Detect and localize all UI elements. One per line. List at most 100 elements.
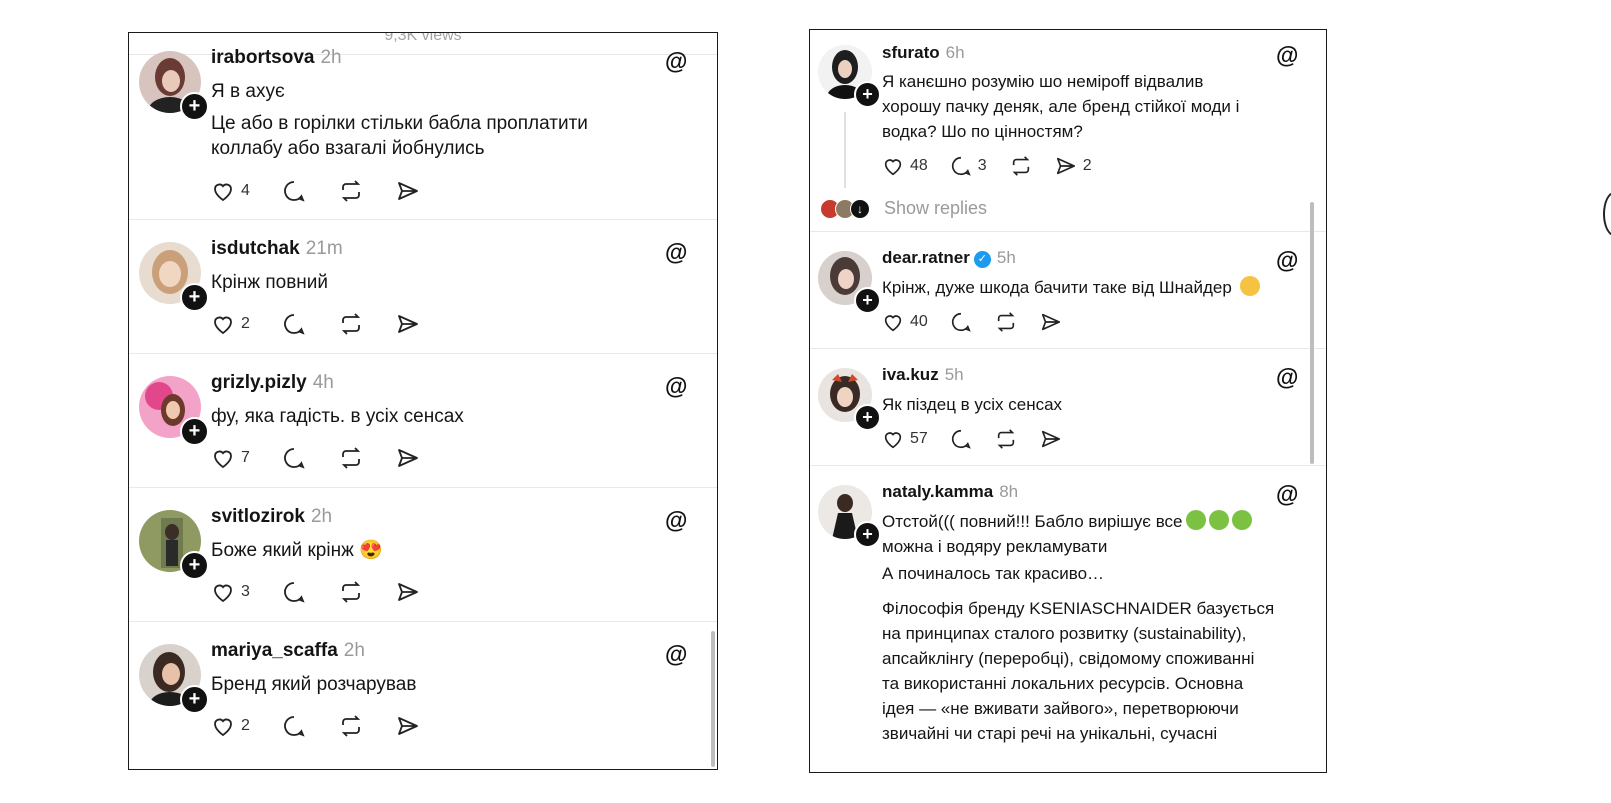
post-text: Боже який крінж 😍 bbox=[211, 538, 383, 563]
avatar[interactable]: + bbox=[139, 242, 209, 312]
threads-icon[interactable]: @ bbox=[665, 240, 687, 264]
comment-button[interactable] bbox=[950, 428, 972, 450]
text-line: водка? Шо по цінностям? bbox=[882, 122, 1083, 141]
share-button[interactable] bbox=[396, 179, 420, 203]
username[interactable]: mariya_scaffa bbox=[211, 640, 338, 661]
scrollbar[interactable] bbox=[1310, 202, 1314, 464]
post-header: nataly.kamma 8h bbox=[882, 482, 1018, 502]
username[interactable]: dear.ratner bbox=[882, 248, 970, 267]
share-icon bbox=[1041, 430, 1060, 448]
repost-button[interactable] bbox=[338, 446, 364, 470]
threads-icon[interactable]: @ bbox=[665, 508, 687, 532]
like-button[interactable]: 57 bbox=[882, 428, 928, 450]
threads-icon[interactable]: @ bbox=[665, 642, 687, 666]
post-text: Я канєшно розумію шо неміроff відвалив х… bbox=[882, 69, 1312, 144]
threads-icon[interactable]: @ bbox=[1276, 248, 1298, 272]
post-text: Бренд який розчарував bbox=[211, 672, 416, 697]
comment-button[interactable] bbox=[282, 580, 306, 604]
timestamp: 2h bbox=[320, 47, 342, 68]
repost-button[interactable] bbox=[338, 714, 364, 738]
scrollbar[interactable] bbox=[711, 631, 715, 767]
like-button[interactable]: 4 bbox=[211, 179, 250, 203]
username[interactable]: isdutchak bbox=[211, 238, 300, 259]
divider bbox=[810, 465, 1326, 466]
like-button[interactable]: 3 bbox=[211, 580, 250, 604]
avatar[interactable]: + bbox=[139, 376, 209, 446]
post-text: Отстой((( повний!!! Бабло вирішує все мо… bbox=[882, 509, 1312, 746]
action-bar: 48 3 2 bbox=[882, 153, 1124, 179]
share-icon bbox=[1041, 313, 1060, 331]
username[interactable]: irabortsova bbox=[211, 47, 314, 68]
text-line: А починалось так красиво… bbox=[882, 564, 1105, 583]
post-text: Як піздец в усіх сенсах bbox=[882, 392, 1062, 417]
threads-icon[interactable]: @ bbox=[665, 374, 687, 398]
comment-button[interactable] bbox=[282, 714, 306, 738]
share-button[interactable] bbox=[1040, 311, 1062, 333]
share-button[interactable] bbox=[396, 714, 420, 738]
username[interactable]: nataly.kamma bbox=[882, 482, 993, 501]
post-header: irabortsova 2h bbox=[211, 47, 342, 69]
post-header: dear.ratner ✓ 5h bbox=[882, 248, 1016, 268]
share-button[interactable] bbox=[396, 580, 420, 604]
follow-plus-icon[interactable]: + bbox=[180, 551, 209, 580]
comment-icon bbox=[284, 181, 305, 202]
like-count: 57 bbox=[910, 430, 928, 447]
like-button[interactable]: 2 bbox=[211, 714, 250, 738]
repost-button[interactable] bbox=[338, 179, 364, 203]
avatar[interactable]: + bbox=[818, 485, 881, 548]
like-button[interactable]: 7 bbox=[211, 446, 250, 470]
repost-button[interactable] bbox=[338, 580, 364, 604]
show-replies-button[interactable]: ↓ Show replies bbox=[820, 198, 987, 219]
repost-icon bbox=[1012, 156, 1030, 176]
repost-button[interactable] bbox=[994, 311, 1018, 333]
repost-icon bbox=[341, 447, 361, 469]
comment-button[interactable] bbox=[950, 311, 972, 333]
follow-plus-icon[interactable]: + bbox=[854, 81, 881, 108]
heart-icon bbox=[884, 432, 902, 449]
timestamp: 2h bbox=[310, 506, 333, 527]
threads-icon[interactable]: @ bbox=[1276, 43, 1298, 67]
share-button[interactable] bbox=[396, 312, 420, 336]
username[interactable]: iva.kuz bbox=[882, 365, 939, 384]
comment-button[interactable]: 3 bbox=[950, 155, 987, 177]
follow-plus-icon[interactable]: + bbox=[180, 685, 209, 714]
comment-button[interactable] bbox=[282, 446, 306, 470]
share-icon bbox=[398, 182, 418, 200]
avatar[interactable]: + bbox=[139, 51, 209, 121]
threads-icon[interactable]: @ bbox=[1276, 365, 1298, 389]
threads-icon[interactable]: @ bbox=[1276, 482, 1298, 506]
comment-button[interactable] bbox=[282, 312, 306, 336]
repost-button[interactable] bbox=[338, 312, 364, 336]
threads-icon[interactable]: @ bbox=[665, 49, 687, 73]
share-button[interactable] bbox=[396, 446, 420, 470]
action-bar: 40 bbox=[882, 309, 1094, 335]
follow-plus-icon[interactable]: + bbox=[180, 283, 209, 312]
share-button[interactable] bbox=[1040, 428, 1062, 450]
like-button[interactable]: 48 bbox=[882, 155, 928, 177]
comment-button[interactable] bbox=[282, 179, 306, 203]
avatar[interactable]: + bbox=[818, 251, 881, 314]
comment-icon bbox=[284, 314, 305, 335]
repost-button[interactable] bbox=[1009, 155, 1033, 177]
follow-plus-icon[interactable]: + bbox=[854, 404, 881, 431]
text-line: Я канєшно розумію шо неміроff відвалив bbox=[882, 72, 1204, 91]
share-button[interactable]: 2 bbox=[1055, 155, 1092, 177]
neutral-face-emoji-icon bbox=[1239, 276, 1260, 296]
avatar[interactable]: + bbox=[818, 368, 881, 431]
username[interactable]: sfurato bbox=[882, 43, 940, 62]
repost-icon bbox=[341, 313, 361, 335]
username[interactable]: svitlozirok bbox=[211, 506, 305, 527]
username[interactable]: grizly.pizly bbox=[211, 372, 307, 393]
avatar[interactable]: + bbox=[818, 45, 881, 108]
like-button[interactable]: 2 bbox=[211, 312, 250, 336]
follow-plus-icon[interactable]: + bbox=[854, 521, 881, 548]
avatar[interactable]: + bbox=[139, 644, 209, 714]
like-count: 40 bbox=[910, 313, 928, 330]
follow-plus-icon[interactable]: + bbox=[180, 92, 209, 121]
follow-plus-icon[interactable]: + bbox=[854, 287, 881, 314]
avatar[interactable]: + bbox=[139, 510, 209, 580]
like-button[interactable]: 40 bbox=[882, 311, 928, 333]
follow-plus-icon[interactable]: + bbox=[180, 417, 209, 446]
action-bar: 4 bbox=[211, 178, 452, 204]
repost-button[interactable] bbox=[994, 428, 1018, 450]
